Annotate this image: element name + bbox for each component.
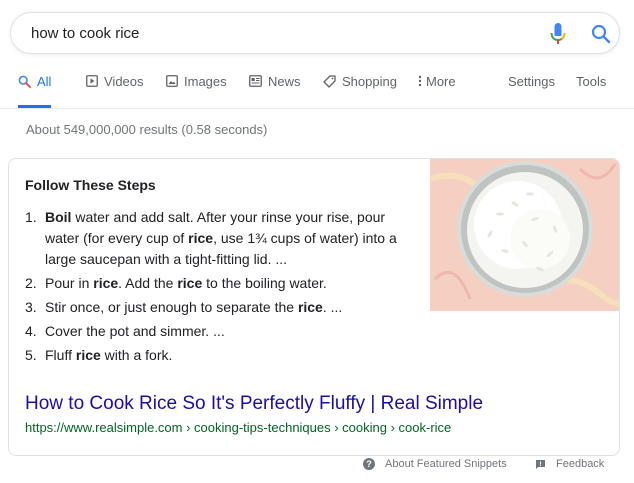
- tab-label: All: [37, 74, 52, 89]
- settings-link[interactable]: Settings: [508, 74, 555, 106]
- tab-videos[interactable]: Videos: [86, 74, 144, 106]
- search-tabs: All Videos Images News Shopping More Set…: [0, 74, 634, 109]
- tag-icon: [323, 75, 336, 88]
- tab-all[interactable]: All: [18, 74, 52, 108]
- step-keyword: rice: [297, 299, 323, 315]
- list-item: 2. Pour in rice. Add the rice to the boi…: [25, 273, 400, 294]
- steps-list: 1. Boil water and add salt. After your r…: [25, 207, 400, 369]
- feedback-icon: [536, 459, 545, 469]
- step-number: 4.: [25, 323, 37, 339]
- featured-snippet: Follow These Steps 1. Boil water and add…: [8, 158, 620, 456]
- feedback-label: Feedback: [556, 458, 605, 470]
- step-number: 3.: [25, 299, 37, 315]
- step-text: with a fork.: [100, 347, 173, 363]
- tab-shopping[interactable]: Shopping: [323, 74, 397, 106]
- search-button[interactable]: [590, 23, 612, 45]
- step-number: 1.: [25, 209, 37, 225]
- step-keyword: rice: [93, 275, 119, 291]
- step-text: . ...: [322, 299, 343, 315]
- svg-text:?: ?: [366, 459, 372, 469]
- tab-news[interactable]: News: [249, 74, 301, 106]
- tools-label: Tools: [576, 74, 607, 89]
- step-keyword: rice: [75, 347, 101, 363]
- tab-label: Shopping: [342, 74, 397, 89]
- search-icon: [18, 75, 31, 88]
- list-item: 5. Fluff rice with a fork.: [25, 345, 400, 366]
- list-item: 4. Cover the pot and simmer. ...: [25, 321, 400, 342]
- step-keyword: rice: [177, 275, 203, 291]
- step-text: Stir once, or just enough to separate th…: [45, 299, 298, 315]
- step-text: . Add the: [118, 275, 178, 291]
- rice-bowl-image[interactable]: [430, 159, 619, 311]
- search-input[interactable]: [31, 22, 511, 44]
- list-item: 3. Stir once, or just enough to separate…: [25, 297, 400, 318]
- snippet-footer: ? About Featured Snippets Feedback: [0, 458, 634, 478]
- step-text: Cover the pot and simmer. ...: [45, 323, 225, 339]
- microphone-icon[interactable]: [549, 22, 567, 46]
- result-url[interactable]: https://www.realsimple.com › cooking-tip…: [25, 420, 451, 435]
- step-text: to the boiling water.: [202, 275, 327, 291]
- play-icon: [86, 75, 98, 87]
- result-stats: About 549,000,000 results (0.58 seconds): [26, 122, 268, 137]
- settings-label: Settings: [508, 74, 555, 89]
- step-keyword: rice: [188, 230, 214, 246]
- tools-link[interactable]: Tools: [576, 74, 606, 106]
- more-vertical-icon: [418, 75, 422, 87]
- step-text: Fluff: [45, 347, 76, 363]
- step-text: Pour in: [45, 275, 94, 291]
- result-title-link[interactable]: How to Cook Rice So It's Perfectly Fluff…: [25, 393, 483, 415]
- list-item: 1. Boil water and add salt. After your r…: [25, 207, 400, 270]
- tab-more[interactable]: More: [418, 74, 456, 106]
- tab-label: Videos: [104, 74, 144, 89]
- image-icon: [166, 75, 178, 87]
- help-icon: ?: [363, 458, 375, 470]
- about-featured-snippets-link[interactable]: ? About Featured Snippets: [363, 458, 507, 470]
- step-number: 5.: [25, 347, 37, 363]
- tab-label: Images: [184, 74, 227, 89]
- tab-label: News: [268, 74, 301, 89]
- step-keyword: Boil: [45, 209, 72, 225]
- search-icon: [591, 24, 611, 44]
- about-label: About Featured Snippets: [385, 458, 507, 470]
- newspaper-icon: [249, 75, 262, 87]
- tab-label: More: [426, 74, 456, 89]
- search-box[interactable]: [10, 12, 620, 54]
- snippet-heading: Follow These Steps: [25, 177, 156, 193]
- feedback-link[interactable]: Feedback: [535, 458, 604, 470]
- tab-images[interactable]: Images: [166, 74, 227, 106]
- step-number: 2.: [25, 275, 37, 291]
